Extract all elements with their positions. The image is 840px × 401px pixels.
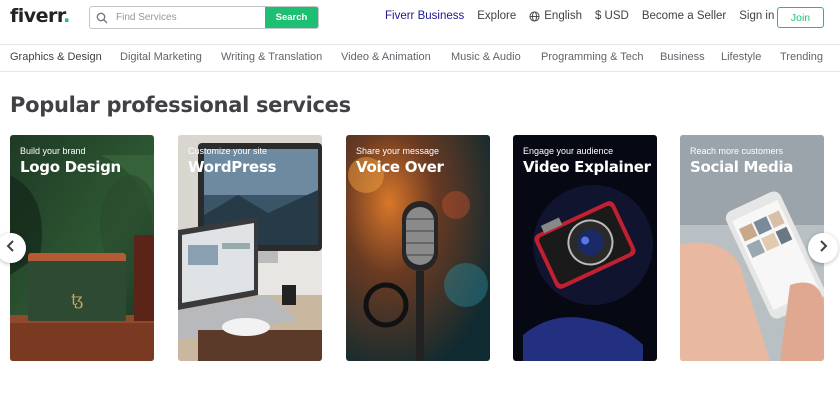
fiverr-business-link[interactable]: Fiverr Business	[385, 10, 464, 22]
header: fiverr. Search Fiverr Business Explore E…	[0, 0, 840, 36]
search-bar: Search	[89, 6, 319, 29]
card-subtitle: Build your brand	[20, 146, 86, 156]
category-programming-tech[interactable]: Programming & Tech	[541, 51, 644, 63]
explore-link[interactable]: Explore	[477, 10, 516, 22]
service-card-social-media[interactable]: Reach more customers Social Media	[680, 135, 824, 361]
category-video-animation[interactable]: Video & Animation	[341, 51, 431, 63]
become-seller-link[interactable]: Become a Seller	[642, 10, 726, 22]
card-title: Voice Over	[356, 158, 444, 176]
card-subtitle: Engage your audience	[523, 146, 614, 156]
carousel-next-button[interactable]	[808, 233, 838, 263]
fiverr-logo[interactable]: fiverr.	[10, 5, 70, 27]
card-subtitle: Reach more customers	[690, 146, 784, 156]
card-title: Social Media	[690, 158, 794, 176]
card-subtitle: Share your message	[356, 146, 440, 156]
category-music-audio[interactable]: Music & Audio	[451, 51, 521, 63]
card-subtitle: Customize your site	[188, 146, 268, 156]
chevron-left-icon	[6, 239, 16, 257]
section-title: Popular professional services	[10, 93, 351, 117]
join-button[interactable]: Join	[777, 7, 824, 28]
search-icon	[90, 7, 114, 28]
currency-selector[interactable]: $ USD	[595, 10, 629, 22]
top-nav: Fiverr Business Explore English $ USD Be…	[385, 10, 787, 22]
service-card-video-explainer[interactable]: Engage your audience Video Explainer	[513, 135, 657, 361]
card-title: Logo Design	[20, 158, 121, 176]
category-lifestyle[interactable]: Lifestyle	[721, 51, 761, 63]
service-card-voice-over[interactable]: Share your message Voice Over	[346, 135, 490, 361]
search-button[interactable]: Search	[265, 7, 318, 28]
sign-in-link[interactable]: Sign in	[739, 10, 774, 22]
globe-icon	[529, 10, 540, 22]
category-digital-marketing[interactable]: Digital Marketing	[120, 51, 202, 63]
card-title: WordPress	[188, 158, 277, 176]
category-nav: Graphics & Design Digital Marketing Writ…	[0, 44, 840, 72]
language-selector[interactable]: English	[529, 10, 582, 22]
category-trending[interactable]: Trending	[780, 51, 823, 63]
category-writing-translation[interactable]: Writing & Translation	[221, 51, 322, 63]
chevron-right-icon	[818, 239, 828, 257]
category-business[interactable]: Business	[660, 51, 705, 63]
search-input[interactable]	[114, 7, 265, 28]
card-title: Video Explainer	[523, 158, 651, 176]
service-card-wordpress[interactable]: Customize your site WordPress	[178, 135, 322, 361]
category-graphics-design[interactable]: Graphics & Design	[10, 51, 102, 63]
language-label: English	[544, 10, 582, 22]
svg-text:ꜩ: ꜩ	[71, 290, 83, 309]
service-card-logo-design[interactable]: ꜩ Build your brand Logo Design	[10, 135, 154, 361]
